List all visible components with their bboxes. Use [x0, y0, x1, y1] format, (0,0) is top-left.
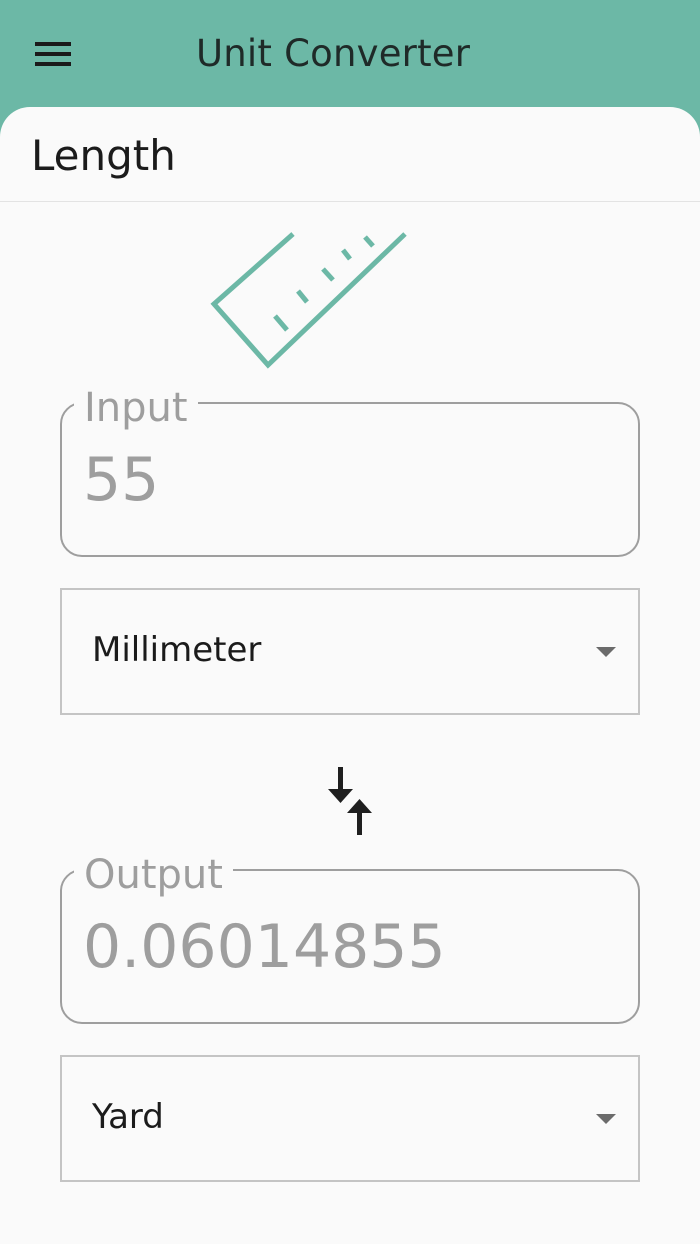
menu-icon [35, 42, 71, 66]
output-field[interactable]: Output 0.06014855 [60, 851, 640, 1024]
divider [0, 201, 700, 202]
input-value[interactable]: 55 [83, 442, 623, 518]
output-unit-dropdown[interactable]: Yard [60, 1055, 640, 1182]
chevron-down-icon [596, 647, 616, 657]
swap-vertical-icon[interactable] [326, 767, 374, 835]
output-label: Output [74, 851, 233, 899]
category-title: Length [31, 131, 176, 180]
input-field[interactable]: Input 55 [60, 384, 640, 557]
menu-button[interactable] [30, 36, 76, 72]
converter-sheet: Length Input 55 Millimeter Output 0.0601… [0, 107, 700, 1244]
output-value: 0.06014855 [83, 912, 446, 982]
input-label: Input [74, 384, 198, 432]
input-unit-value: Millimeter [92, 630, 262, 670]
output-unit-value: Yard [92, 1097, 164, 1137]
input-unit-dropdown[interactable]: Millimeter [60, 588, 640, 715]
ruler-icon [210, 232, 407, 369]
chevron-down-icon [596, 1114, 616, 1124]
app-title: Unit Converter [196, 32, 471, 75]
